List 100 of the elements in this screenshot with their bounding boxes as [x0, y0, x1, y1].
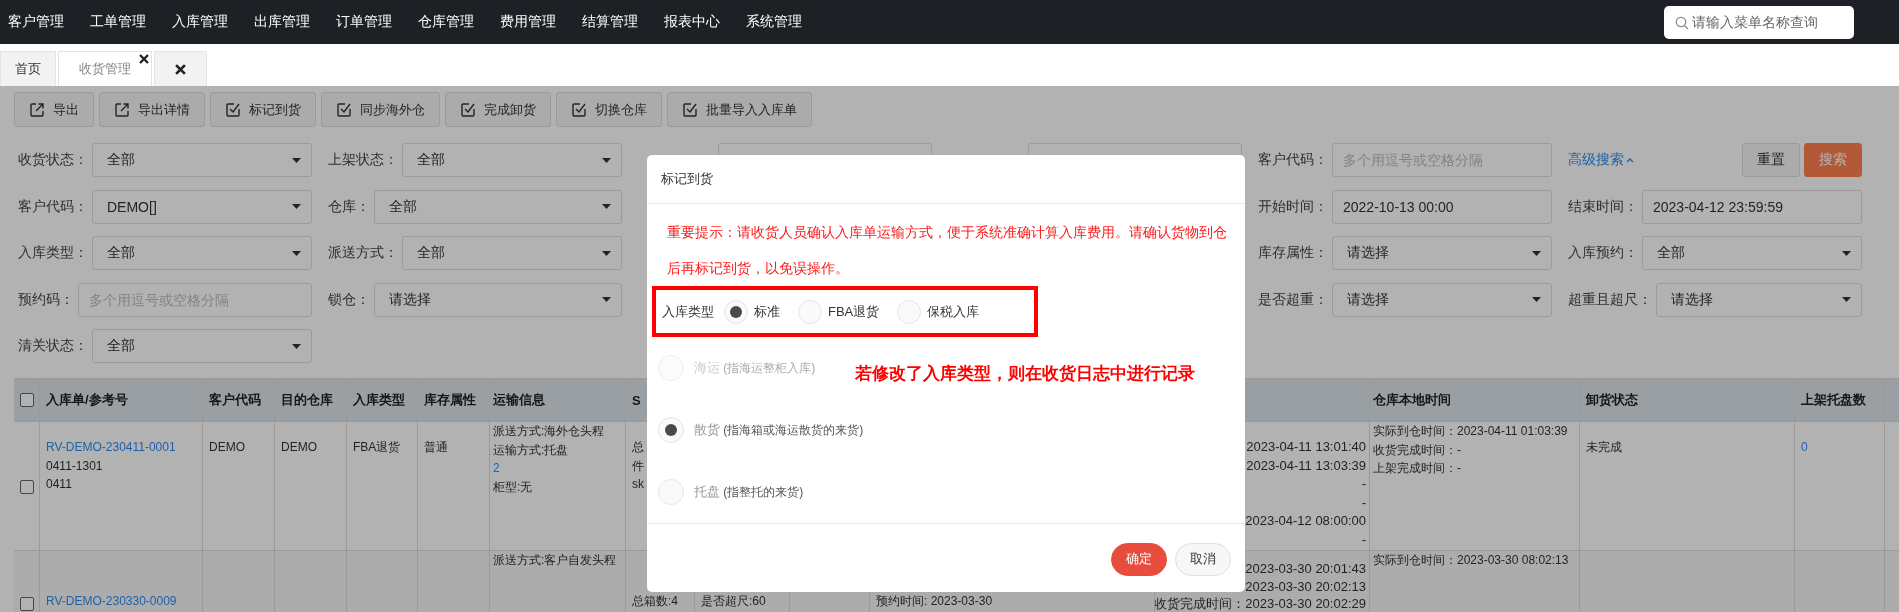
checkmark-box-icon — [571, 101, 587, 118]
menu-item[interactable]: 结算管理 — [582, 13, 638, 31]
toolbar-button[interactable]: 切换仓库 — [556, 92, 662, 127]
column-header: 入库类型 — [353, 391, 405, 409]
radio-button[interactable] — [897, 299, 922, 324]
toolbar-button[interactable]: 标记到货 — [210, 92, 316, 127]
caret-icon — [1842, 297, 1851, 302]
select-field[interactable]: 请选择 — [374, 282, 622, 317]
menu-item[interactable]: 出库管理 — [254, 13, 310, 31]
dialog-button[interactable]: 确定 — [1111, 542, 1167, 576]
radio-button[interactable] — [658, 479, 684, 505]
table-cell-text: 未完成 — [1586, 439, 1622, 456]
select-field[interactable]: DEMO[] — [92, 189, 312, 224]
menu-item[interactable]: 入库管理 — [172, 13, 228, 31]
table-cell-text: 上架完成时间：- — [1373, 460, 1461, 477]
radio-option[interactable]: 保税入库 — [897, 299, 980, 324]
menu-item[interactable]: 工单管理 — [90, 13, 146, 31]
caret-icon — [1532, 250, 1541, 256]
input-field[interactable]: 2022-10-13 00:00 — [1332, 189, 1552, 224]
column-header: S — [632, 392, 641, 408]
filter-label: 是否超重： — [1258, 290, 1328, 309]
export-icon — [114, 101, 130, 118]
caret-icon — [602, 250, 611, 256]
select-field[interactable]: 请选择 — [1332, 236, 1552, 270]
table-cell-text: - — [1361, 475, 1366, 493]
input-field[interactable]: 2023-04-12 23:59:59 — [1642, 189, 1862, 224]
filter-label: 入库预约： — [1568, 244, 1638, 262]
filter-label: 上架状态： — [328, 151, 398, 169]
table-cell-text: DEMO — [209, 439, 245, 456]
table-cell-text: 运输方式:托盘 — [493, 441, 569, 459]
page-tab[interactable]: 首页 — [0, 51, 56, 86]
filter-label: 结束时间： — [1568, 197, 1638, 216]
checkmark-box-icon — [225, 101, 241, 118]
export-icon — [29, 101, 45, 118]
radio-option[interactable]: 标准 — [724, 299, 780, 324]
dialog-button[interactable]: 取消 — [1175, 542, 1231, 576]
select-field[interactable]: 全部 — [1642, 236, 1862, 270]
menu-item[interactable]: 系统管理 — [746, 13, 802, 31]
caret-icon — [602, 204, 611, 209]
table-cell-text: - — [1361, 493, 1366, 512]
checkbox[interactable] — [19, 597, 34, 611]
page-tab[interactable]: 收货管理 — [58, 51, 152, 86]
select-field[interactable]: 请选择 — [1656, 282, 1862, 317]
checkmark-box-icon — [682, 101, 698, 118]
radio-button[interactable] — [724, 299, 748, 324]
checkmark-box-icon — [336, 101, 352, 118]
select-field[interactable]: 全部 — [92, 236, 312, 270]
table-cell-text: 件 — [632, 457, 644, 475]
filter-button[interactable]: 重置 — [1742, 143, 1800, 177]
caret-icon — [292, 204, 301, 209]
table-cell-text: 0411-1301 — [46, 457, 103, 475]
menu-search-field[interactable]: 请输入菜单名称查询 — [1664, 5, 1854, 39]
toolbar-button[interactable]: 完成卸货 — [445, 92, 551, 127]
radio-option[interactable]: FBA退货 — [798, 299, 880, 324]
table-cell-text: 实际到仓时间：2023-03-30 08:02:13 — [1373, 552, 1569, 569]
select-field[interactable]: 全部 — [92, 143, 312, 177]
select-field[interactable]: 全部 — [402, 236, 622, 270]
select-field[interactable]: 全部 — [92, 329, 312, 363]
table-cell-text: 是否超尺:60 — [701, 593, 766, 610]
select-field[interactable]: 全部 — [374, 189, 622, 224]
table-cell-text: 2023-04-11 13:01:40 — [1246, 438, 1366, 456]
table-cell-text: - — [1361, 530, 1366, 549]
column-header: 仓库本地时间 — [1373, 391, 1451, 409]
column-header: 客户代码 — [209, 391, 261, 409]
filter-label: 库存属性： — [1258, 244, 1328, 262]
select-field[interactable]: 请选择 — [1332, 282, 1552, 317]
radio-option[interactable]: 托盘 (指整托的来货) — [658, 479, 804, 505]
menu-item[interactable]: 仓库管理 — [418, 13, 474, 31]
table-cell-text: 派送方式:海外仓头程 — [493, 423, 605, 440]
toolbar-button[interactable]: 导出详情 — [99, 92, 205, 127]
column-header: 目的仓库 — [281, 391, 333, 409]
caret-icon — [292, 157, 301, 163]
checkmark-box-icon — [460, 101, 476, 118]
toolbar-button[interactable]: 导出 — [14, 92, 94, 127]
caret-icon — [292, 343, 301, 349]
filter-label: 开始时间： — [1258, 197, 1328, 216]
table-cell-text: 收货完成时间：- — [1373, 441, 1461, 459]
filter-label: 入库类型： — [18, 244, 88, 262]
table-cell-text: FBA退货 — [353, 439, 401, 456]
column-header: 库存属性 — [424, 391, 476, 409]
close-icon[interactable] — [139, 54, 149, 64]
table-cell-text: 派送方式:客户自发头程 — [493, 552, 617, 569]
toolbar-button[interactable]: 同步海外仓 — [321, 92, 440, 127]
radio-button[interactable] — [658, 417, 684, 443]
select-field[interactable]: 全部 — [402, 143, 622, 177]
checkbox[interactable] — [19, 393, 34, 407]
annotation-text: 若修改了入库类型，则在收货日志中进行记录 — [855, 363, 1195, 385]
radio-button[interactable] — [798, 299, 822, 324]
close-tabs-button[interactable] — [154, 51, 207, 86]
menu-item[interactable]: 客户管理 — [8, 13, 64, 31]
checkbox[interactable] — [19, 480, 34, 494]
caret-icon — [602, 157, 611, 163]
filter-label: 客户代码： — [18, 197, 88, 216]
menu-item[interactable]: 报表中心 — [664, 13, 720, 31]
toolbar-button[interactable]: 批量导入入库单 — [667, 92, 812, 127]
table-cell-text: 2023-04-12 08:00:00 — [1245, 512, 1366, 530]
menu-item[interactable]: 订单管理 — [336, 13, 392, 31]
menu-item[interactable]: 费用管理 — [500, 13, 556, 31]
table-cell-text: 2023-03-30 20:01:43 — [1245, 560, 1366, 578]
radio-option[interactable]: 散货 (指海箱或海运散货的来货) — [658, 417, 864, 443]
